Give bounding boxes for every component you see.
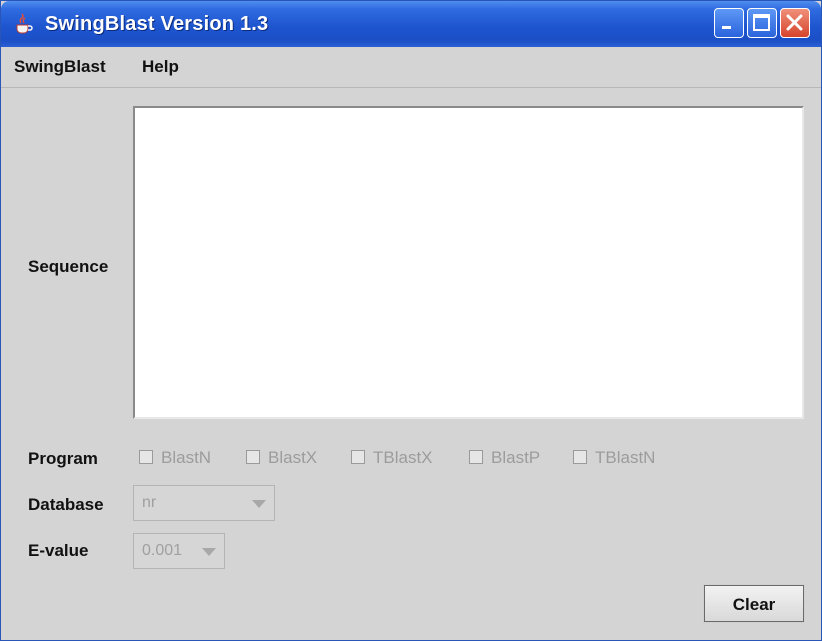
menu-swingblast[interactable]: SwingBlast	[14, 57, 106, 77]
close-icon	[786, 14, 803, 31]
maximize-icon	[753, 14, 770, 31]
sequence-textarea[interactable]	[133, 106, 804, 419]
java-cup-icon	[16, 13, 33, 34]
database-select[interactable]: nr	[133, 485, 275, 521]
chevron-down-icon[interactable]	[252, 500, 266, 508]
menu-help[interactable]: Help	[142, 57, 179, 77]
checkbox-box[interactable]	[469, 450, 483, 464]
close-button[interactable]	[780, 8, 810, 38]
clear-button[interactable]: Clear	[703, 584, 805, 623]
database-label: Database	[28, 495, 104, 514]
window-title: SwingBlast Version 1.3	[45, 13, 269, 35]
chevron-down-icon[interactable]	[202, 548, 216, 556]
checkbox-box[interactable]	[573, 450, 587, 464]
checkbox-label: TBlastX	[373, 448, 433, 467]
checkbox-label: BlastP	[491, 448, 541, 467]
app-window: SwingBlast Version 1.3 SwingBlast Help S…	[0, 0, 822, 641]
sequence-label: Sequence	[28, 257, 109, 276]
evalue-value: 0.001	[142, 542, 183, 559]
database-value: nr	[142, 494, 157, 511]
checkbox-label: TBlastN	[595, 448, 656, 467]
menu-bar: SwingBlast Help	[1, 47, 821, 88]
maximize-button[interactable]	[747, 8, 777, 38]
checkbox-box[interactable]	[139, 450, 153, 464]
minimize-icon	[722, 26, 731, 29]
program-label: Program	[28, 449, 98, 468]
minimize-button[interactable]	[714, 8, 744, 38]
checkbox-label: BlastX	[268, 448, 318, 467]
evalue-select[interactable]: 0.001	[133, 533, 225, 569]
checkbox-box[interactable]	[246, 450, 260, 464]
checkbox-label: BlastN	[161, 448, 212, 467]
title-bar[interactable]: SwingBlast Version 1.3	[1, 1, 821, 47]
checkbox-box[interactable]	[351, 450, 365, 464]
evalue-label: E-value	[28, 541, 89, 560]
